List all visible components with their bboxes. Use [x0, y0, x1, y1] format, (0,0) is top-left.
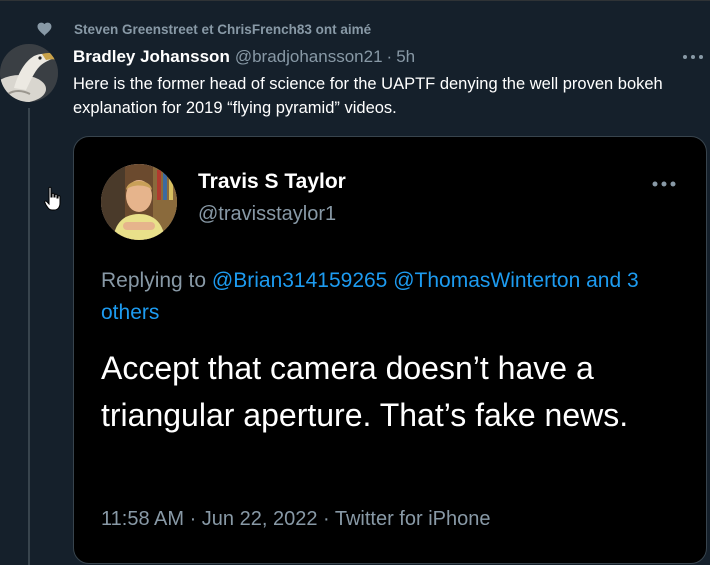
- quoted-timestamp[interactable]: 11:58 AM · Jun 22, 2022 · Twitter for iP…: [101, 508, 490, 531]
- timeline: Steven Greenstreet et ChrisFrench83 ont …: [0, 0, 710, 565]
- replying-to: Replying to @Brian314159265 @ThomasWinte…: [101, 265, 686, 329]
- replying-prefix: Replying to: [101, 269, 212, 292]
- social-context[interactable]: Steven Greenstreet et ChrisFrench83 ont …: [36, 18, 371, 40]
- display-name[interactable]: Bradley Johansson: [73, 47, 230, 67]
- social-context-text: Steven Greenstreet et ChrisFrench83 ont …: [74, 21, 372, 37]
- hand-cursor-icon: [44, 186, 61, 211]
- mention-link[interactable]: @ThomasWinterton: [393, 269, 580, 292]
- quoted-user-handle[interactable]: @travisstaylor1: [198, 203, 336, 226]
- heart-icon: [37, 22, 52, 36]
- quoted-display-name[interactable]: Travis S Taylor: [198, 170, 346, 194]
- person-avatar-image: [101, 164, 177, 240]
- timestamp[interactable]: 5h: [396, 47, 415, 67]
- mention-link[interactable]: @Brian314159265: [212, 269, 387, 292]
- quoted-more-options-icon[interactable]: [651, 180, 677, 188]
- quoted-avatar[interactable]: [101, 164, 177, 240]
- goose-avatar-image: [0, 44, 58, 102]
- divider: [0, 0, 710, 1]
- quoted-tweet-text: Accept that camera doesn’t have a triang…: [101, 350, 629, 433]
- tweet-header: Bradley Johansson @bradjohansson21 · 5h: [73, 47, 415, 67]
- more-options-icon[interactable]: [682, 54, 704, 60]
- separator-dot: ·: [386, 47, 393, 66]
- quoted-tweet[interactable]: Travis S Taylor @travisstaylor1 Replying…: [73, 136, 707, 564]
- avatar[interactable]: [0, 44, 58, 102]
- user-handle[interactable]: @bradjohansson21: [235, 47, 383, 67]
- tweet-text: Here is the former head of science for t…: [73, 75, 663, 117]
- thread-line: [28, 108, 30, 565]
